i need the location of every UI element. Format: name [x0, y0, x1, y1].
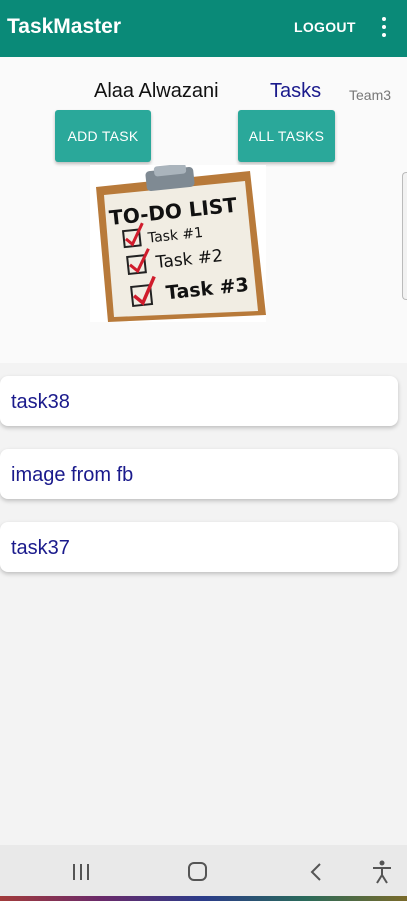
app-bar: TaskMaster LOGOUT: [0, 0, 407, 57]
system-nav-bar: [0, 845, 407, 901]
task-list: [0, 363, 407, 845]
accessibility-icon[interactable]: [370, 859, 394, 885]
tasks-heading: Tasks: [270, 80, 322, 102]
more-vert-icon[interactable]: [376, 15, 392, 39]
side-panel-handle[interactable]: [402, 172, 407, 300]
task-title: image from fb: [11, 464, 134, 486]
task-title: task38: [11, 391, 70, 413]
home-icon[interactable]: [186, 860, 210, 884]
todo-list-image: TO-DO LIST Task #1 Task #2 Task #3: [90, 163, 266, 322]
wallpaper-strip: [0, 896, 407, 901]
task-card[interactable]: task37: [0, 522, 398, 572]
app-title: TaskMaster: [7, 15, 122, 38]
username-label: Alaa Alwazani: [94, 80, 219, 102]
team-label: Team3: [349, 87, 392, 103]
task-card[interactable]: task38: [0, 376, 398, 426]
all-tasks-button[interactable]: ALL TASKS: [238, 110, 335, 162]
recent-apps-icon[interactable]: [70, 862, 92, 882]
add-task-button[interactable]: ADD TASK: [55, 110, 151, 162]
logout-button[interactable]: LOGOUT: [294, 19, 356, 35]
task-title: task37: [11, 537, 70, 559]
task-card[interactable]: image from fb: [0, 449, 398, 499]
back-icon[interactable]: [306, 860, 326, 884]
